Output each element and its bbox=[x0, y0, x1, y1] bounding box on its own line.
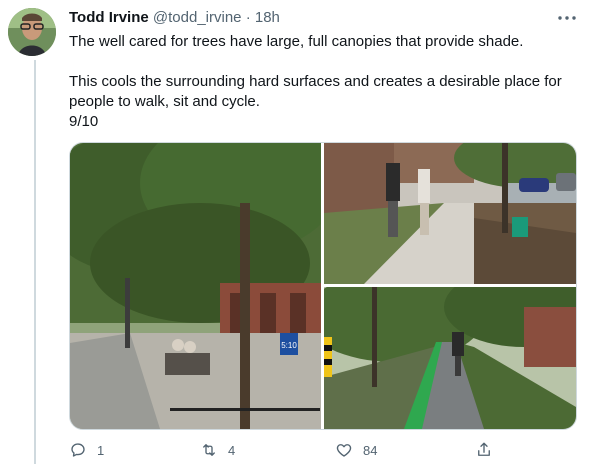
reply-count: 1 bbox=[97, 442, 105, 458]
tweet-text: The well cared for trees have large, ful… bbox=[69, 32, 579, 132]
tweet-paragraph-1: The well cared for trees have large, ful… bbox=[69, 33, 524, 50]
author-handle[interactable]: @todd_irvine bbox=[153, 9, 242, 26]
reply-button[interactable]: 1 bbox=[69, 438, 104, 462]
share-button[interactable] bbox=[475, 438, 503, 462]
avatar[interactable] bbox=[8, 8, 56, 56]
separator: · bbox=[245, 9, 251, 26]
like-button[interactable]: 84 bbox=[335, 438, 377, 462]
tweet-header: Todd Irvine @todd_irvine · 18h bbox=[69, 9, 280, 27]
tweet-actions: 1 4 84 bbox=[69, 438, 579, 464]
media-grid: 5:10 bbox=[69, 142, 577, 430]
ellipsis-icon bbox=[558, 16, 576, 20]
timestamp[interactable]: 18h bbox=[255, 9, 280, 26]
more-button[interactable] bbox=[556, 11, 578, 23]
photo-bike-lane[interactable] bbox=[324, 287, 576, 429]
retweet-button[interactable]: 4 bbox=[200, 438, 235, 462]
heart-icon bbox=[336, 444, 352, 457]
tweet-paragraph-2: This cools the surrounding hard surfaces… bbox=[69, 73, 566, 110]
reply-icon bbox=[71, 443, 85, 457]
share-icon bbox=[478, 442, 490, 456]
retweet-count: 4 bbox=[228, 442, 236, 458]
thread-line bbox=[34, 60, 36, 464]
tweet-paragraph-3: 9/10 bbox=[69, 113, 99, 130]
photo-street-trees-bench[interactable]: 5:10 bbox=[70, 143, 321, 429]
photo-sidewalk-pedestrians[interactable] bbox=[324, 143, 576, 284]
photo-sign-text: 5:10 bbox=[281, 341, 297, 350]
like-count: 84 bbox=[363, 442, 378, 458]
retweet-icon bbox=[203, 444, 215, 456]
author-name[interactable]: Todd Irvine bbox=[69, 9, 149, 26]
avatar-image bbox=[8, 8, 56, 56]
